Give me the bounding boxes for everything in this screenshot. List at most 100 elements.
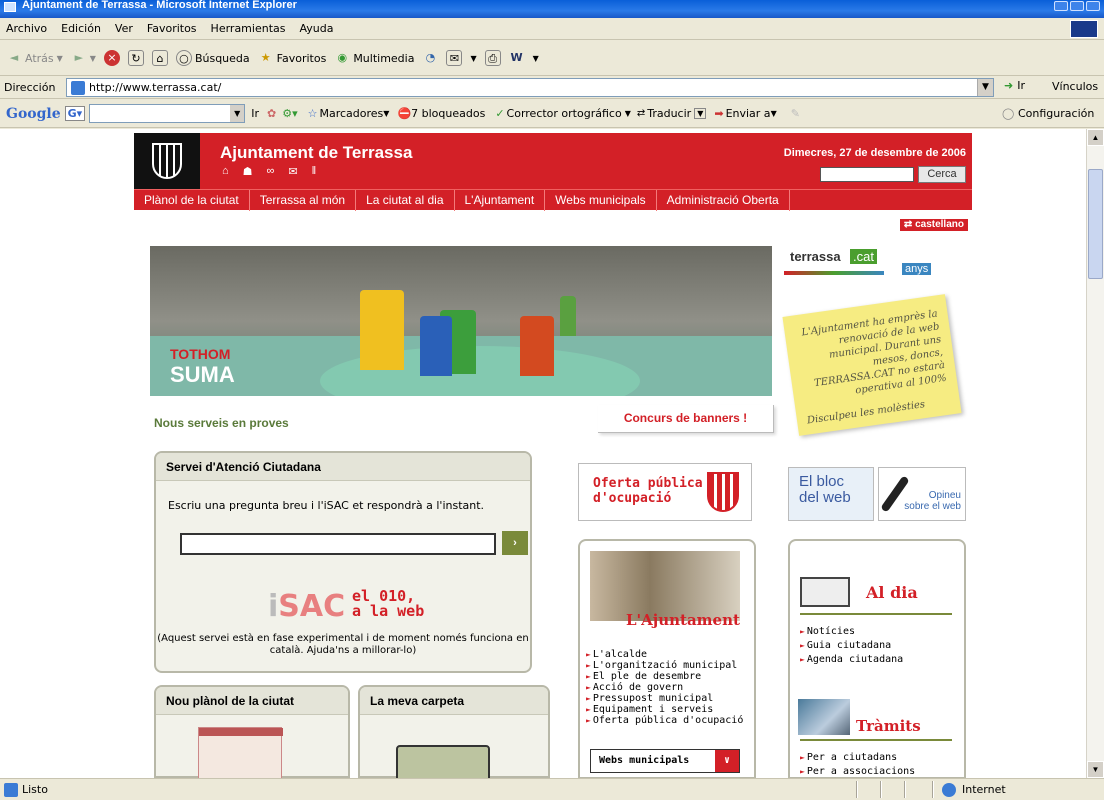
- link-organitzacio[interactable]: L'organització municipal: [586, 660, 743, 671]
- banner-contest-link[interactable]: Concurs de banners !: [598, 405, 774, 433]
- go-button[interactable]: ➜ Ir: [1004, 79, 1025, 92]
- address-input[interactable]: http://www.terrassa.cat/ ▼: [66, 78, 994, 97]
- home-icon[interactable]: ⌂: [151, 50, 168, 66]
- bookmarks-dropdown-icon[interactable]: ▼: [383, 109, 389, 118]
- opineu-banner[interactable]: Opineu sobre el web: [878, 467, 966, 521]
- link-ple[interactable]: El ple de desembre: [586, 671, 743, 682]
- site-search-input[interactable]: [820, 167, 914, 182]
- link-associacions[interactable]: Per a associacions: [800, 765, 915, 778]
- tramits-title[interactable]: Tràmits: [856, 717, 921, 735]
- links-icon[interactable]: ∞: [267, 165, 275, 178]
- menu-archivo[interactable]: Archivo: [6, 22, 47, 35]
- scroll-thumb[interactable]: [1088, 169, 1103, 279]
- google-search-dropdown-icon[interactable]: ▼: [230, 105, 245, 122]
- back-label: Atrás: [25, 51, 54, 65]
- scroll-up-icon[interactable]: ▲: [1087, 129, 1104, 146]
- nav-webs-municipals[interactable]: Webs municipals: [545, 189, 657, 211]
- folder-icon[interactable]: [396, 745, 490, 778]
- refresh-icon[interactable]: ↻: [127, 50, 144, 66]
- links-label[interactable]: Vínculos: [1052, 80, 1098, 93]
- link-ciutadans[interactable]: Per a ciutadans: [800, 751, 915, 765]
- search-button[interactable]: ○ Búsqueda: [175, 50, 250, 66]
- sitemap-icon[interactable]: ☗: [243, 165, 253, 178]
- site-title[interactable]: Ajuntament de Terrassa: [220, 143, 412, 163]
- accessibility-icon[interactable]: ‖: [312, 165, 317, 178]
- maximize-button[interactable]: [1070, 1, 1084, 11]
- settings-button[interactable]: Configuración: [1018, 107, 1094, 120]
- windows-logo-icon: [1070, 20, 1098, 38]
- back-dropdown-icon[interactable]: ▼: [57, 54, 63, 63]
- mail-icon[interactable]: ✉: [446, 50, 463, 66]
- menu-herramientas[interactable]: Herramientas: [211, 22, 286, 35]
- site-search-button[interactable]: Cerca: [918, 166, 966, 183]
- menu-favoritos[interactable]: Favoritos: [147, 22, 197, 35]
- address-dropdown-icon[interactable]: ▼: [977, 79, 993, 96]
- favorites-button[interactable]: ★ Favoritos: [258, 50, 327, 66]
- word-icon[interactable]: W: [509, 50, 525, 66]
- google-search-input[interactable]: ▼: [89, 104, 246, 123]
- forward-dropdown-icon[interactable]: ▼: [90, 54, 96, 63]
- bookmarks-button[interactable]: Marcadores: [319, 107, 383, 120]
- google-logo[interactable]: Google: [6, 106, 61, 122]
- terrassa-10-anys-logo[interactable]: terrassa .cat anys: [784, 249, 944, 285]
- back-button[interactable]: ◄ Atrás ▼: [6, 50, 63, 66]
- minimize-button[interactable]: [1054, 1, 1068, 11]
- mail-dropdown-icon[interactable]: ▼: [470, 54, 476, 63]
- link-accio-govern[interactable]: Acció de govern: [586, 682, 743, 693]
- bloc-web-banner[interactable]: El bloc del web: [788, 467, 874, 521]
- spellcheck-button[interactable]: Corrector ortográfico: [507, 107, 622, 120]
- send-to-dropdown-icon[interactable]: ▼: [771, 109, 777, 118]
- print-icon[interactable]: ⎙: [484, 50, 501, 66]
- popup-blocker-button[interactable]: 7 bloqueados: [411, 107, 485, 120]
- spellcheck-dropdown-icon[interactable]: ▼: [625, 109, 631, 118]
- nav-administracio-oberta[interactable]: Administració Oberta: [657, 189, 790, 211]
- history-icon[interactable]: ◔: [422, 50, 438, 66]
- carpeta-title[interactable]: La meva carpeta: [360, 687, 548, 715]
- nav-planol[interactable]: Plànol de la ciutat: [134, 189, 250, 211]
- google-ir-button[interactable]: Ir: [251, 107, 259, 120]
- link-guia[interactable]: Guia ciutadana: [800, 639, 903, 653]
- link-alcalde[interactable]: L'alcalde: [586, 649, 743, 660]
- menu-edicion[interactable]: Edición: [61, 22, 101, 35]
- vertical-scrollbar[interactable]: ▲ ▼: [1086, 129, 1104, 778]
- language-label: castellano: [915, 219, 964, 230]
- hero-banner[interactable]: TOTHOM SUMA: [150, 246, 772, 396]
- link-equipament[interactable]: Equipament i serveis: [586, 704, 743, 715]
- google-g-icon[interactable]: G▾: [64, 106, 86, 121]
- stop-icon[interactable]: ×: [103, 50, 120, 66]
- news-icon[interactable]: ✿: [267, 107, 276, 120]
- link-noticies[interactable]: Notícies: [800, 625, 903, 639]
- sac-question-input[interactable]: [180, 533, 496, 555]
- planol-title[interactable]: Nou plànol de la ciutat: [156, 687, 348, 715]
- highlight-icon[interactable]: ✎: [791, 107, 800, 120]
- link-oferta[interactable]: Oferta pública d'ocupació: [586, 715, 744, 726]
- menu-ayuda[interactable]: Ayuda: [299, 22, 333, 35]
- nav-ciutat-al-dia[interactable]: La ciutat al dia: [356, 189, 455, 211]
- link-agenda[interactable]: Agenda ciutadana: [800, 653, 903, 667]
- link-pressupost[interactable]: Pressupost municipal: [586, 693, 743, 704]
- translate-dropdown-icon[interactable]: ▼: [694, 108, 707, 119]
- city-map-thumbnail[interactable]: [198, 727, 283, 778]
- scroll-down-icon[interactable]: ▼: [1087, 761, 1104, 778]
- pagerank-icon[interactable]: ⚙▾: [282, 107, 297, 120]
- edit-dropdown-icon[interactable]: ▼: [533, 54, 539, 63]
- nav-ajuntament[interactable]: L'Ajuntament: [455, 189, 546, 211]
- menu-ver[interactable]: Ver: [115, 22, 133, 35]
- terrassa-logo[interactable]: [134, 133, 200, 189]
- al-dia-title[interactable]: Al dia: [866, 583, 918, 602]
- home-icon[interactable]: ⌂: [222, 165, 229, 178]
- ajuntament-title[interactable]: L'Ajuntament: [626, 611, 740, 629]
- multimedia-button[interactable]: ◉ Multimedia: [334, 50, 415, 66]
- oferta-publica-banner[interactable]: Oferta pública d'ocupació: [578, 463, 752, 521]
- forward-button[interactable]: ► ▼: [71, 50, 96, 66]
- language-switch[interactable]: ⇄ castellano: [899, 219, 968, 231]
- sac-submit-button[interactable]: ›: [502, 531, 528, 555]
- translate-button[interactable]: Traducir: [647, 107, 691, 120]
- nav-terrassa-al-mon[interactable]: Terrassa al món: [250, 189, 357, 211]
- send-to-button[interactable]: Enviar a: [726, 107, 771, 120]
- mail-icon[interactable]: ✉: [288, 165, 297, 178]
- submit-arrow-icon: ›: [513, 537, 517, 549]
- close-button[interactable]: [1086, 1, 1100, 11]
- webs-municipals-select[interactable]: Webs municipals ∨: [590, 749, 740, 773]
- figure-blue: [420, 316, 452, 376]
